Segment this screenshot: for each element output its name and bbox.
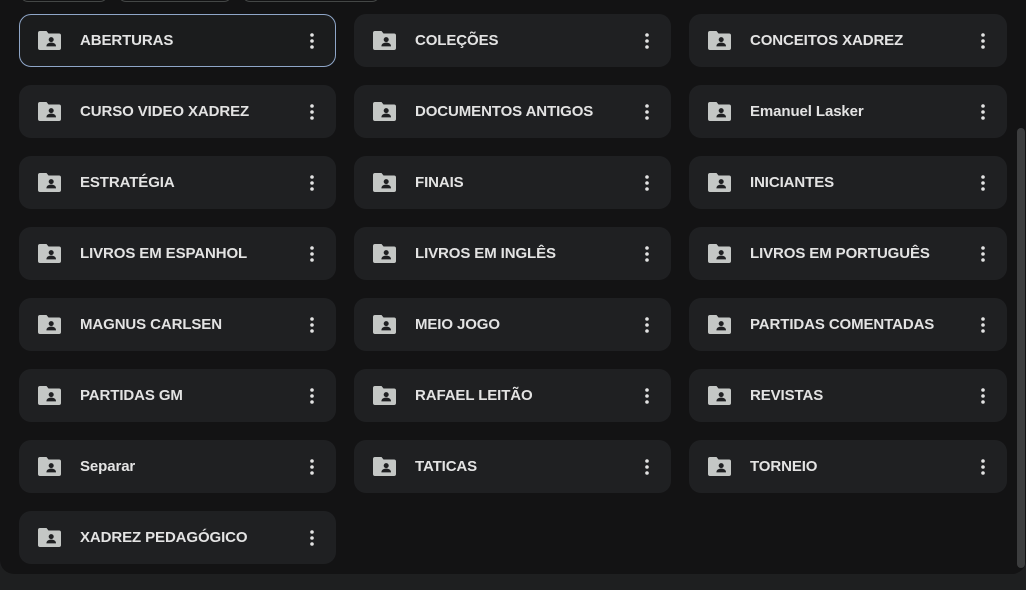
folder-item[interactable]: TATICAS [354,440,671,493]
more-vertical-icon[interactable] [300,381,324,410]
folder-item[interactable]: ESTRATÉGIA [19,156,336,209]
folder-grid: ABERTURAS COLEÇÕES CONCEITOS XADREZ CURS… [19,14,1007,564]
folder-item[interactable]: Emanuel Lasker [689,85,1007,138]
more-vertical-icon[interactable] [635,26,659,55]
folder-item[interactable]: XADREZ PEDAGÓGICO [19,511,336,564]
folder-item[interactable]: REVISTAS [689,369,1007,422]
shared-folder-icon [708,315,731,334]
shared-folder-icon [373,102,396,121]
folder-name: XADREZ PEDAGÓGICO [80,529,248,546]
folder-name: REVISTAS [750,387,824,404]
filter-chip[interactable] [242,0,380,2]
folder-name: PARTIDAS COMENTADAS [750,316,935,333]
more-vertical-icon[interactable] [971,452,995,481]
more-vertical-icon[interactable] [300,168,324,197]
folder-item[interactable]: CURSO VIDEO XADREZ [19,85,336,138]
folder-item[interactable]: COLEÇÕES [354,14,671,67]
vertical-scrollbar[interactable] [1017,128,1025,568]
filter-chip[interactable] [20,0,108,2]
more-vertical-icon[interactable] [635,310,659,339]
folder-name: FINAIS [415,174,464,191]
more-vertical-icon[interactable] [971,310,995,339]
folder-name: MAGNUS CARLSEN [80,316,222,333]
more-vertical-icon[interactable] [300,310,324,339]
shared-folder-icon [373,457,396,476]
folder-item[interactable]: RAFAEL LEITÃO [354,369,671,422]
more-vertical-icon[interactable] [300,523,324,552]
folder-item[interactable]: MEIO JOGO [354,298,671,351]
shared-folder-icon [373,315,396,334]
more-vertical-icon[interactable] [971,26,995,55]
folder-item[interactable]: LIVROS EM INGLÊS [354,227,671,280]
folder-name: RAFAEL LEITÃO [415,387,533,404]
folder-name: LIVROS EM INGLÊS [415,245,556,262]
folder-name: DOCUMENTOS ANTIGOS [415,103,594,120]
shared-folder-icon [373,244,396,263]
folder-name: CONCEITOS XADREZ [750,32,904,49]
filter-chip[interactable] [118,0,232,2]
shared-folder-icon [708,173,731,192]
shared-folder-icon [708,102,731,121]
more-vertical-icon[interactable] [635,452,659,481]
folder-item[interactable]: TORNEIO [689,440,1007,493]
folder-name: MEIO JOGO [415,316,500,333]
folder-item[interactable]: DOCUMENTOS ANTIGOS [354,85,671,138]
folder-item[interactable]: LIVROS EM PORTUGUÊS [689,227,1007,280]
folder-name: TATICAS [415,458,478,475]
folder-item[interactable]: CONCEITOS XADREZ [689,14,1007,67]
folder-item[interactable]: FINAIS [354,156,671,209]
folder-name: ESTRATÉGIA [80,174,175,191]
folder-name: PARTIDAS GM [80,387,183,404]
folder-name: ABERTURAS [80,32,174,49]
more-vertical-icon[interactable] [971,239,995,268]
shared-folder-icon [708,31,731,50]
more-vertical-icon[interactable] [971,168,995,197]
more-vertical-icon[interactable] [300,26,324,55]
folder-name: Separar [80,458,136,475]
more-vertical-icon[interactable] [300,452,324,481]
folder-name: COLEÇÕES [415,32,499,49]
folder-list-panel: ABERTURAS COLEÇÕES CONCEITOS XADREZ CURS… [0,0,1026,574]
folder-item[interactable]: ABERTURAS [19,14,336,67]
folder-name: INICIANTES [750,174,835,191]
shared-folder-icon [38,31,61,50]
shared-folder-icon [38,244,61,263]
folder-name: LIVROS EM ESPANHOL [80,245,248,262]
shared-folder-icon [373,31,396,50]
shared-folder-icon [373,173,396,192]
shared-folder-icon [38,102,61,121]
more-vertical-icon[interactable] [635,381,659,410]
more-vertical-icon[interactable] [635,97,659,126]
folder-name: CURSO VIDEO XADREZ [80,103,250,120]
shared-folder-icon [38,315,61,334]
more-vertical-icon[interactable] [635,168,659,197]
more-vertical-icon[interactable] [300,239,324,268]
folder-item[interactable]: INICIANTES [689,156,1007,209]
folder-name: LIVROS EM PORTUGUÊS [750,245,930,262]
folder-name: TORNEIO [750,458,818,475]
more-vertical-icon[interactable] [300,97,324,126]
folder-item[interactable]: LIVROS EM ESPANHOL [19,227,336,280]
folder-name: Emanuel Lasker [750,103,864,120]
folder-item[interactable]: Separar [19,440,336,493]
shared-folder-icon [38,457,61,476]
shared-folder-icon [38,173,61,192]
shared-folder-icon [373,386,396,405]
folder-item[interactable]: MAGNUS CARLSEN [19,298,336,351]
shared-folder-icon [708,457,731,476]
shared-folder-icon [38,386,61,405]
shared-folder-icon [708,244,731,263]
shared-folder-icon [708,386,731,405]
more-vertical-icon[interactable] [971,97,995,126]
folder-item[interactable]: PARTIDAS COMENTADAS [689,298,1007,351]
folder-item[interactable]: PARTIDAS GM [19,369,336,422]
shared-folder-icon [38,528,61,547]
more-vertical-icon[interactable] [635,239,659,268]
more-vertical-icon[interactable] [971,381,995,410]
